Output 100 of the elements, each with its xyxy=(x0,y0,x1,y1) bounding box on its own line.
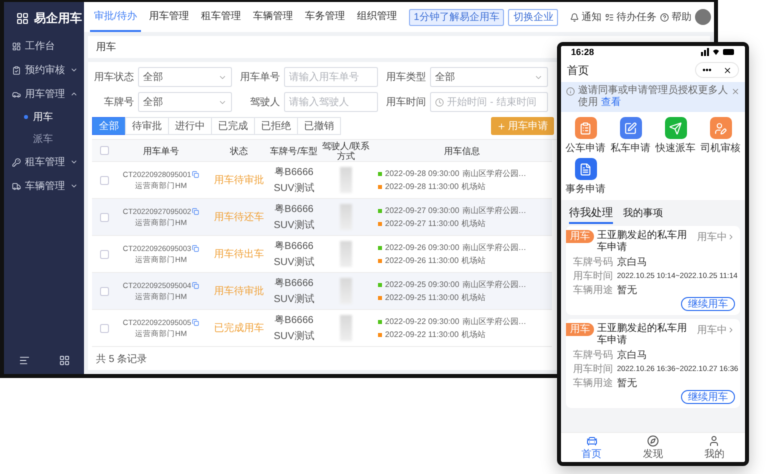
select-field[interactable]: 全部 xyxy=(430,67,548,87)
blurred-text xyxy=(340,315,352,341)
column-header: 用车单号 xyxy=(142,146,180,156)
nav-tab[interactable]: 审批/待办 xyxy=(90,2,141,32)
sidebar-item[interactable]: 租车管理 xyxy=(4,150,84,174)
select-field[interactable]: 全部 xyxy=(138,92,232,112)
grid-icon[interactable] xyxy=(58,354,70,366)
checkbox[interactable] xyxy=(100,176,109,184)
field-label: 车牌号码 xyxy=(573,348,613,362)
car-model: SUV测试 xyxy=(274,182,314,195)
tab[interactable]: 待我处理 xyxy=(569,205,613,224)
more-icon[interactable] xyxy=(702,68,712,72)
field-label: 驾驶人 xyxy=(249,96,280,109)
status-text: 用车待审批 xyxy=(214,284,264,298)
nav-tab[interactable]: 租车管理 xyxy=(196,2,245,32)
nav-tab[interactable]: 用车管理 xyxy=(144,2,193,32)
status-tab[interactable]: 进行中 xyxy=(168,117,212,135)
blurred-text xyxy=(340,167,352,193)
checkbox[interactable] xyxy=(100,250,109,258)
chevron-up-icon xyxy=(70,90,78,98)
trip-event: 2022-09-22 11:30:00 机场站 xyxy=(372,328,552,341)
copy-icon[interactable] xyxy=(192,170,200,178)
chevron-right-icon xyxy=(727,233,735,241)
bell-icon xyxy=(570,12,580,22)
copy-icon[interactable] xyxy=(192,244,200,252)
column-header: 驾驶人/联系方式 xyxy=(321,140,371,160)
nav-tab[interactable]: 组织管理 xyxy=(352,2,401,32)
select-field[interactable]: 全部 xyxy=(138,67,232,87)
status-tab[interactable]: 已撤销 xyxy=(297,117,341,135)
status-tab[interactable]: 已拒绝 xyxy=(254,117,298,135)
trip-event: 2022-09-28 11:30:00 机场站 xyxy=(372,180,552,193)
copy-icon[interactable] xyxy=(192,282,200,288)
field-value: 京白马 xyxy=(617,348,647,362)
field-label: 车牌号 xyxy=(103,96,134,109)
car-model: SUV测试 xyxy=(274,330,314,343)
record-count: 共 5 条记录 xyxy=(95,352,148,367)
blurred-text xyxy=(340,204,352,230)
trip-event: 2022-09-28 09:30:00 南山区学府公园… xyxy=(372,167,552,180)
chevron-down-icon xyxy=(70,66,78,74)
tag: 用车 xyxy=(566,230,594,243)
tab[interactable]: 我的事项 xyxy=(623,206,663,224)
nav-tab[interactable]: 车辆管理 xyxy=(248,2,297,32)
car-model: SUV测试 xyxy=(274,292,314,306)
card-status: 用车中 xyxy=(697,230,735,244)
status-tab[interactable]: 待审批 xyxy=(125,117,169,135)
copy-icon[interactable] xyxy=(192,208,200,214)
sidebar-item[interactable]: 用车管理 xyxy=(4,82,84,106)
header-button[interactable]: 切换企业 xyxy=(508,8,558,26)
plate-number: 粤B6666 xyxy=(274,166,314,179)
header-link[interactable]: 待办任务 xyxy=(605,10,656,24)
field-value: 暂无 xyxy=(617,376,637,390)
app-shortcut[interactable]: 公车申请 xyxy=(563,117,608,155)
header-link[interactable]: 帮助 xyxy=(660,10,692,24)
app-shortcut[interactable]: 快速派车 xyxy=(653,117,698,155)
bottom-nav-item[interactable]: 发现 xyxy=(642,434,663,460)
status-text: 用车待审批 xyxy=(214,174,264,187)
sidebar-subitem[interactable]: 用车 xyxy=(4,106,84,128)
bottom-nav-item[interactable]: 首页 xyxy=(582,434,602,460)
nav-tab[interactable]: 车务管理 xyxy=(300,2,349,32)
card-status: 用车中 xyxy=(697,323,735,337)
copy-icon[interactable] xyxy=(192,318,200,326)
field-label: 用车时间 xyxy=(385,96,426,109)
checkbox[interactable] xyxy=(100,146,109,155)
app-shortcut[interactable]: 司机审核 xyxy=(698,117,743,155)
info-icon xyxy=(566,87,575,96)
help-icon xyxy=(660,12,670,22)
car-icon xyxy=(12,90,21,98)
card-title: 王亚鹏发起的私车用车申请 xyxy=(597,230,688,254)
key-icon xyxy=(12,158,21,166)
field-value: 暂无 xyxy=(617,284,637,296)
column-header: 车牌号/车型 xyxy=(269,146,319,156)
chevron-down-icon xyxy=(70,182,78,190)
tag: 用车 xyxy=(566,323,594,336)
app-shortcut[interactable]: 事务申请 xyxy=(563,158,608,196)
status-text: 用车待还车 xyxy=(214,210,264,224)
field-label: 用车单号 xyxy=(239,70,280,84)
status-tab[interactable]: 已完成 xyxy=(211,117,255,135)
compass-icon xyxy=(646,434,659,446)
header-link[interactable]: 通知 xyxy=(570,10,602,24)
notice-text: 邀请同事或申请管理员授权更多人使用 查看 xyxy=(578,85,728,109)
checkbox[interactable] xyxy=(100,324,109,332)
checkbox[interactable] xyxy=(100,212,109,222)
header-button[interactable]: 1分钟了解易企用车 xyxy=(408,8,504,26)
view-link[interactable]: 查看 xyxy=(600,97,621,108)
checkbox[interactable] xyxy=(100,286,109,296)
bottom-nav-item[interactable]: 我的 xyxy=(704,434,724,460)
close-icon[interactable] xyxy=(723,66,732,74)
page-title: 首页 xyxy=(567,64,589,78)
sidebar-item[interactable]: 车辆管理 xyxy=(4,174,84,198)
continue-button[interactable]: 继续用车 xyxy=(681,390,735,404)
sidebar-item[interactable]: 预约审核 xyxy=(4,58,84,82)
avatar[interactable] xyxy=(695,9,712,25)
trip-event: 2022-09-27 11:30:00 机场站 xyxy=(372,217,552,230)
continue-button[interactable]: 继续用车 xyxy=(681,297,735,311)
app-shortcut[interactable]: 私车申请 xyxy=(608,117,653,155)
field-label: 用车状态 xyxy=(93,70,134,84)
sidebar-subitem[interactable]: 派车 xyxy=(4,128,84,150)
sidebar-item[interactable]: 工作台 xyxy=(4,34,84,58)
trip-event: 2022-09-22 09:30:00 南山区学府公园… xyxy=(372,315,552,328)
collapse-menu-icon[interactable] xyxy=(18,354,30,366)
